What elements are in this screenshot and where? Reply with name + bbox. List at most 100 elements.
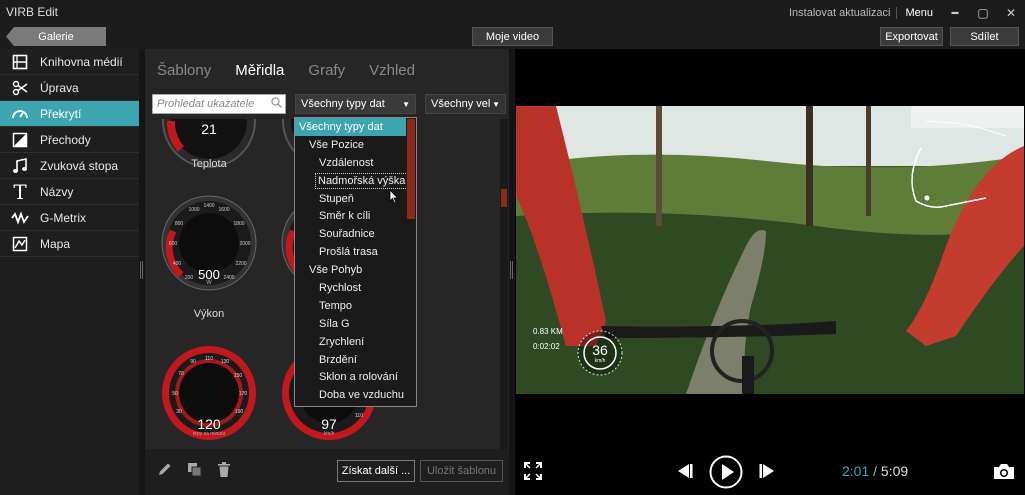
close-icon[interactable]: ✕ [997, 6, 1025, 20]
list-item[interactable]: Nadmořská výška [295, 172, 416, 190]
chevron-down-icon: ▼ [402, 100, 410, 109]
sidebar-item-edit[interactable]: Úprava [0, 75, 139, 101]
list-item[interactable]: Síla G [295, 315, 416, 333]
title-t-icon: T [13, 179, 27, 204]
title-bar-controls: Instalovat aktualizaci Menu ▬ ▢ ✕ [783, 0, 1025, 25]
data-type-select[interactable]: Všechny typy dat ▼ [295, 94, 416, 114]
svg-text:1400: 1400 [203, 203, 214, 209]
fullscreen-icon[interactable] [524, 462, 542, 485]
splitter-grip[interactable] [140, 261, 143, 279]
size-select[interactable]: Všechny vel ▼ [425, 94, 506, 114]
svg-text:130: 130 [221, 359, 230, 365]
gauge-unit: tepy za minutu [192, 431, 226, 437]
panel-tabs: Šablony Měřidla Grafy Vzhled [157, 62, 415, 79]
tab-templates[interactable]: Šablony [157, 62, 211, 79]
svg-text:1000: 1000 [188, 207, 199, 213]
tab-gauges[interactable]: Měřidla [235, 62, 284, 79]
title-bar: VIRB Edit Instalovat aktualizaci Menu ▬ … [0, 0, 1025, 25]
current-time: 2:01 [842, 463, 870, 479]
play-icon[interactable] [709, 455, 743, 494]
dropdown-scrollbar-thumb[interactable] [407, 119, 415, 219]
list-item[interactable]: Vše Pozice [295, 136, 416, 154]
gauge-value: 21 [201, 121, 217, 137]
menu-button[interactable]: Menu [897, 7, 941, 19]
mouse-cursor-icon [389, 189, 399, 204]
install-update-link[interactable]: Instalovat aktualizaci [783, 6, 898, 19]
sidebar-item-label: Úprava [40, 80, 79, 95]
list-item[interactable]: Vše Pohyb [295, 261, 416, 279]
previous-frame-icon[interactable] [675, 462, 693, 485]
video-preview[interactable]: 0.83 KM 0:02:02 36 km/h [516, 106, 1024, 394]
duplicate-icon[interactable] [187, 462, 202, 481]
film-strip-icon [0, 54, 40, 70]
gauge-value: 120 [197, 416, 221, 432]
svg-text:1800: 1800 [233, 221, 244, 227]
trash-icon[interactable] [217, 462, 231, 481]
timecode: 2:01 / 5:09 [842, 463, 908, 479]
list-item[interactable]: Tempo [295, 297, 416, 315]
list-item[interactable]: Sklon a rolování [295, 368, 416, 386]
search-icon[interactable] [271, 97, 282, 111]
save-template-button[interactable]: Uložit šablonu [420, 460, 503, 482]
my-video-button[interactable]: Moje video [472, 27, 553, 46]
svg-text:170: 170 [239, 391, 248, 397]
gauge-search-input[interactable]: Prohledat ukazatele [152, 94, 286, 114]
sidebar-item-map[interactable]: Mapa [0, 231, 139, 257]
svg-text:30: 30 [176, 409, 182, 415]
svg-text:50: 50 [172, 391, 178, 397]
data-type-value: Všechny typy dat [301, 98, 385, 110]
sidebar-item-transitions[interactable]: Přechody [0, 127, 139, 153]
scrollbar-thumb[interactable] [501, 189, 507, 207]
list-item-label: Nadmořská výška [314, 172, 409, 189]
sidebar-item-audio-track[interactable]: Zvuková stopa [0, 153, 139, 179]
list-item[interactable]: Doba ve vzduchu [295, 386, 416, 404]
gallery-button[interactable]: Galerie [6, 27, 106, 46]
tab-graphs[interactable]: Grafy [308, 62, 345, 79]
transition-icon [0, 132, 40, 148]
svg-text:70: 70 [178, 371, 184, 377]
list-item[interactable]: Všechny typy dat [295, 118, 406, 136]
sidebar-item-media-library[interactable]: Knihovna médií [0, 49, 139, 75]
svg-text:800: 800 [175, 221, 184, 227]
g-metrix-icon [0, 210, 40, 225]
gauge-scrollbar[interactable] [500, 119, 508, 449]
maximize-icon[interactable]: ▢ [969, 6, 997, 20]
video-pane: 0.83 KM 0:02:02 36 km/h 2:01 / 5:09 [515, 49, 1025, 495]
list-item[interactable]: Směr k cíli [295, 207, 416, 225]
player-controls: 2:01 / 5:09 [515, 449, 1025, 495]
camera-icon[interactable] [993, 462, 1015, 485]
list-item[interactable]: Brzdění [295, 351, 416, 369]
sidebar-item-g-metrix[interactable]: G-Metrix [0, 205, 139, 231]
splitter-grip[interactable] [510, 261, 513, 279]
overlay-distance: 0.83 KM [533, 327, 563, 336]
tab-appearance[interactable]: Vzhled [369, 62, 415, 79]
search-placeholder: Prohledat ukazatele [157, 98, 255, 110]
time-separator: / [873, 463, 878, 479]
total-time: 5:09 [880, 463, 909, 479]
pencil-icon[interactable] [157, 462, 172, 481]
overlay-speed: 36 [592, 342, 608, 358]
overlay-speed-unit: km/h [594, 358, 606, 364]
main-toolbar: Galerie Moje video Exportovat Sdílet [0, 25, 1025, 49]
data-type-dropdown-list[interactable]: Všechny typy dat Vše Pozice Vzdálenost N… [294, 117, 417, 407]
sidebar-item-label: Překrytí [40, 106, 82, 121]
sidebar-item-titles[interactable]: T Názvy [0, 179, 139, 205]
share-button[interactable]: Sdílet [950, 27, 1019, 46]
gauge-label: Teplota [191, 158, 227, 170]
minimize-icon[interactable]: ▬ [941, 9, 969, 16]
sidebar-item-label: G-Metrix [40, 210, 86, 225]
export-button[interactable]: Exportovat [880, 27, 943, 46]
list-item[interactable]: Rychlost [295, 279, 416, 297]
list-item[interactable]: Zrychlení [295, 333, 416, 351]
list-item[interactable]: Souřadnice [295, 225, 416, 243]
app-title: VIRB Edit [6, 5, 59, 19]
list-item[interactable]: Vzdálenost [295, 154, 416, 172]
gauge-unit: km/h [323, 431, 335, 437]
overlay-time: 0:02:02 [533, 342, 560, 351]
sidebar-item-overlay[interactable]: Překrytí [0, 101, 139, 127]
get-more-button[interactable]: Získat další ... [337, 460, 415, 482]
next-frame-icon[interactable] [759, 462, 777, 485]
sidebar: Knihovna médií Úprava Překrytí Přechody … [0, 49, 139, 495]
list-item[interactable]: Prošlá trasa [295, 243, 416, 261]
music-note-icon [0, 157, 40, 174]
